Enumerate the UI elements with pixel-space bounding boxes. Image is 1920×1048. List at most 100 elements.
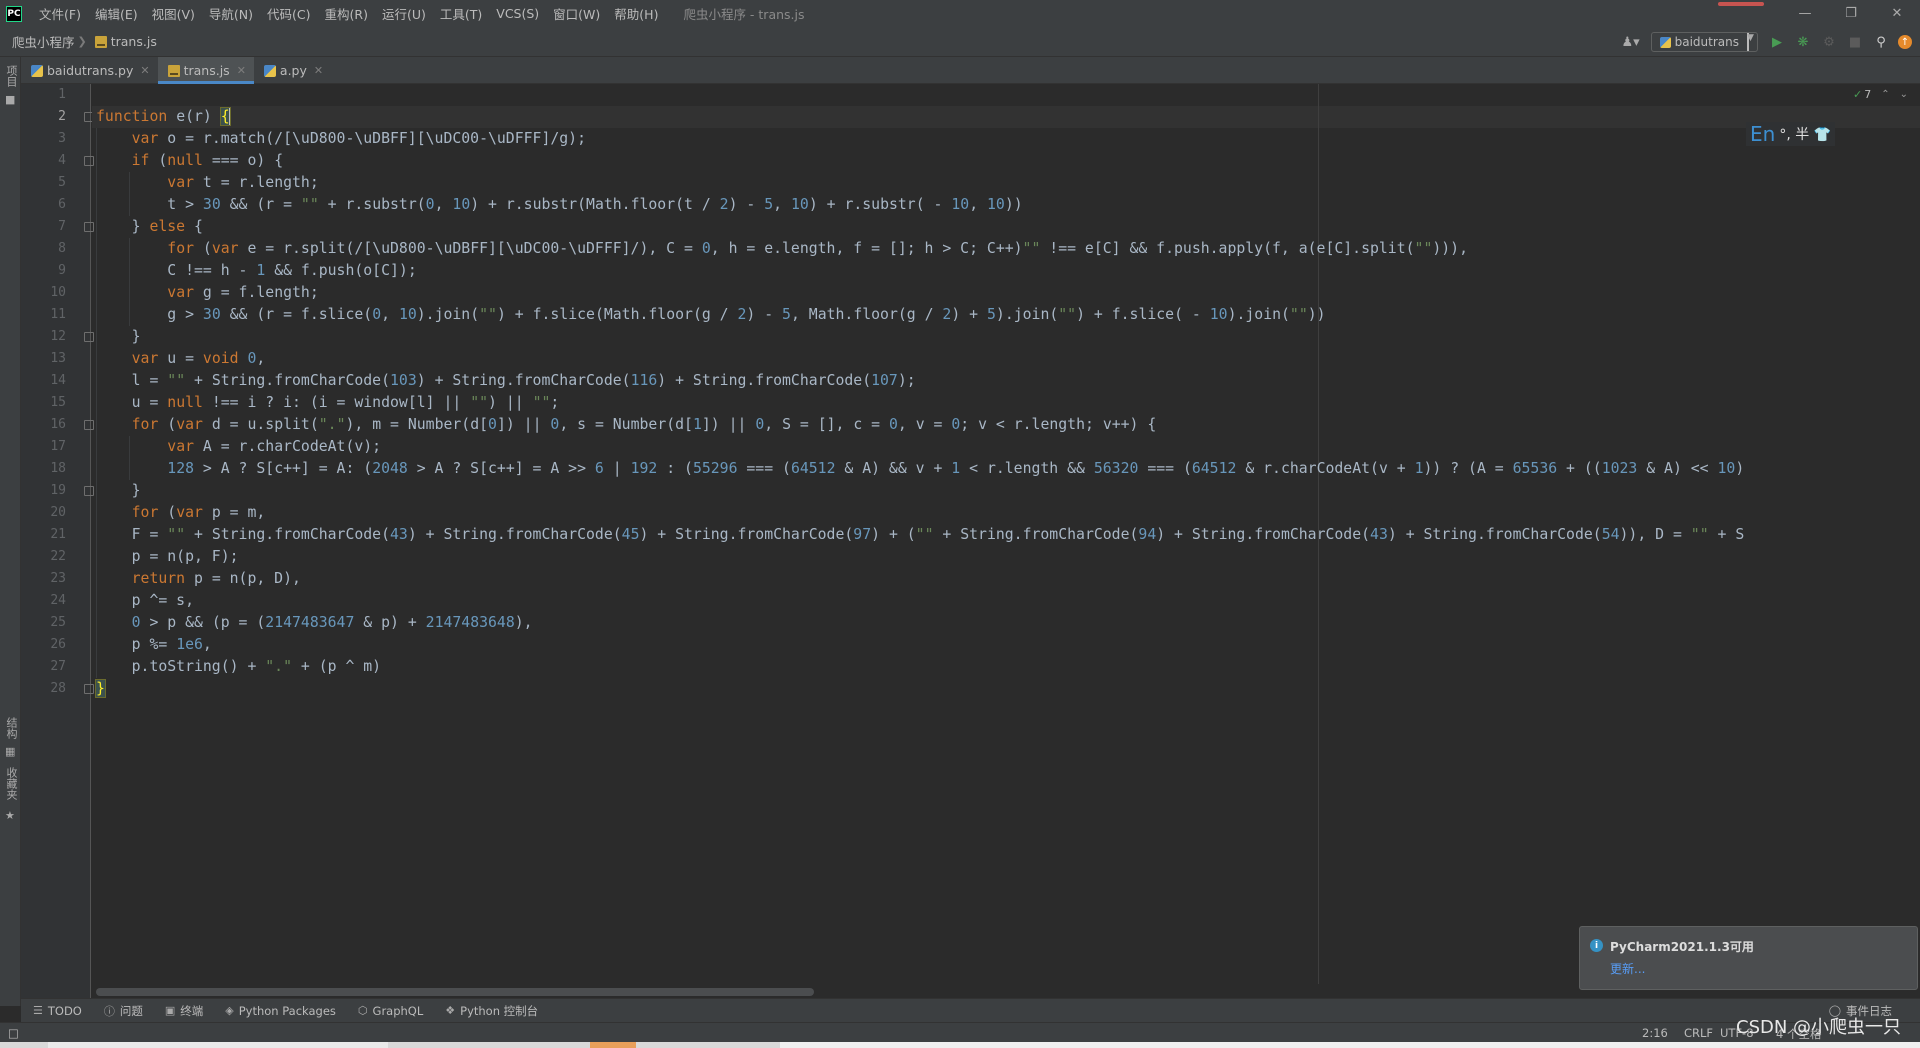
ide-update-icon[interactable]: ↑ bbox=[1898, 35, 1912, 49]
chevron-up-icon[interactable]: ⌃ bbox=[1881, 89, 1889, 100]
inspection-widget[interactable]: ✓ 7 ⌃ ⌄ bbox=[1853, 88, 1908, 101]
line-number: 4 bbox=[58, 153, 66, 168]
menu-item[interactable]: 窗口(W) bbox=[546, 0, 607, 27]
code-line[interactable]: } bbox=[96, 480, 141, 502]
close-tab-icon[interactable]: ✕ bbox=[140, 64, 149, 77]
code-line[interactable]: var A = r.charCodeAt(v); bbox=[96, 436, 381, 458]
fold-marker-icon[interactable] bbox=[84, 222, 94, 232]
fold-marker-icon[interactable] bbox=[84, 684, 94, 694]
info-icon: ⓘ bbox=[103, 1004, 115, 1018]
code-line[interactable]: var g = f.length; bbox=[96, 282, 318, 304]
code-line[interactable]: function e(r) { bbox=[96, 106, 231, 128]
line-number: 26 bbox=[50, 637, 66, 652]
package-icon: ◈ bbox=[225, 1004, 234, 1017]
menu-item[interactable]: 运行(U) bbox=[375, 0, 433, 27]
code-line[interactable]: p ^= s, bbox=[96, 590, 194, 612]
search-icon[interactable]: ⚲ bbox=[1868, 31, 1894, 53]
menu-item[interactable]: 视图(V) bbox=[145, 0, 202, 27]
menu-item[interactable]: VCS(S) bbox=[489, 0, 546, 27]
editor-tab[interactable]: baidutrans.py ✕ bbox=[21, 57, 158, 84]
code-line[interactable]: for (var d = u.split("."), m = Number(d[… bbox=[96, 414, 1157, 436]
code-line[interactable]: var o = r.match(/[\uD800-\uDBFF][\uDC00-… bbox=[96, 128, 586, 150]
menu-item[interactable]: 代码(C) bbox=[260, 0, 317, 27]
js-file-icon bbox=[167, 64, 180, 77]
code-line[interactable]: for (var e = r.split(/[\uD800-\uDBFF][\u… bbox=[96, 238, 1468, 260]
breadcrumb-project[interactable]: 爬虫小程序 ❯ bbox=[0, 32, 93, 51]
code-line[interactable]: p %= 1e6, bbox=[96, 634, 212, 656]
code-line[interactable]: } bbox=[96, 326, 141, 348]
fold-marker-icon[interactable] bbox=[84, 486, 94, 496]
close-button[interactable]: ✕ bbox=[1874, 0, 1920, 27]
fold-marker-icon[interactable] bbox=[84, 332, 94, 342]
menu-item[interactable]: 帮助(H) bbox=[607, 0, 665, 27]
debug-icon[interactable]: ❋ bbox=[1790, 31, 1816, 53]
run-icon[interactable]: ▶ bbox=[1764, 31, 1790, 53]
code-line[interactable]: var u = void 0, bbox=[96, 348, 266, 370]
code-line[interactable]: } bbox=[95, 678, 106, 700]
tool-window-button[interactable]: ◈ Python Packages bbox=[213, 1004, 346, 1018]
line-separator[interactable]: CRLF bbox=[1684, 1026, 1713, 1040]
tool-window-button[interactable]: ☰ TODO bbox=[21, 1004, 92, 1018]
line-number: 20 bbox=[50, 505, 66, 520]
line-number-gutter[interactable]: 1 2 3 4 5 6 7 8 9 10 11 12 13 14 15 16 17 18 19 20 21 22 23 24 2… bbox=[21, 84, 94, 1006]
line-number: 13 bbox=[50, 351, 66, 366]
code-line[interactable]: F = "" + String.fromCharCode(43) + Strin… bbox=[96, 524, 1745, 546]
user-icon[interactable]: ♟▾ bbox=[1617, 35, 1645, 50]
tool-window-button[interactable]: ❖ Python 控制台 bbox=[433, 1003, 548, 1019]
os-taskbar bbox=[0, 1042, 1920, 1048]
line-number: 17 bbox=[50, 439, 66, 454]
menu-item[interactable]: 文件(F) bbox=[32, 0, 88, 27]
tool-window-label: 终端 bbox=[180, 1003, 204, 1018]
close-tab-icon[interactable]: ✕ bbox=[314, 64, 323, 77]
run-configuration-select[interactable]: baidutrans ▼ bbox=[1650, 32, 1758, 52]
code-line[interactable]: t > 30 && (r = "" + r.substr(0, 10) + r.… bbox=[96, 194, 1022, 216]
tool-window-button[interactable]: ▣ 终端 bbox=[153, 1003, 213, 1019]
editor-tab[interactable]: trans.js ✕ bbox=[157, 57, 255, 84]
editor-tab[interactable]: a.py ✕ bbox=[254, 57, 331, 84]
list-icon: ☰ bbox=[33, 1004, 43, 1017]
code-line[interactable]: l = "" + String.fromCharCode(103) + Stri… bbox=[96, 370, 916, 392]
structure-tool-button[interactable]: 结构 bbox=[3, 717, 19, 739]
code-line[interactable]: p.toString() + "." + (p ^ m) bbox=[96, 656, 381, 678]
horizontal-scrollbar[interactable] bbox=[96, 988, 814, 996]
code-line[interactable]: 128 > A ? S[c++] = A: (2048 > A ? S[c++]… bbox=[96, 458, 1744, 480]
breadcrumb-separator-icon: ❯ bbox=[77, 35, 87, 48]
ime-mode: En bbox=[1750, 122, 1776, 146]
code-line[interactable]: u = null !== i ? i: (i = window[l] || ""… bbox=[96, 392, 560, 414]
code-editor[interactable]: 1 2 3 4 5 6 7 8 9 10 11 12 13 14 15 16 17 18 19 20 21 22 23 24 2… bbox=[21, 84, 1920, 1006]
ime-indicator[interactable]: En °, 半 👕 bbox=[1746, 122, 1836, 146]
close-tab-icon[interactable]: ✕ bbox=[237, 64, 246, 77]
menu-item[interactable]: 工具(T) bbox=[433, 0, 489, 27]
tab-label: trans.js bbox=[183, 63, 230, 78]
tool-window-button[interactable]: ⬡ GraphQL bbox=[346, 1004, 433, 1018]
fold-marker-icon[interactable] bbox=[84, 420, 94, 430]
code-line[interactable]: p = n(p, F); bbox=[96, 546, 239, 568]
code-line[interactable]: if (null === o) { bbox=[96, 150, 283, 172]
menu-item[interactable]: 编辑(E) bbox=[88, 0, 145, 27]
breadcrumb-file[interactable]: trans.js bbox=[93, 34, 161, 49]
caret-position[interactable]: 2:16 bbox=[1642, 1026, 1668, 1040]
taskbar-active-app[interactable] bbox=[590, 1042, 636, 1048]
code-line[interactable]: var t = r.length; bbox=[96, 172, 318, 194]
status-bar-toggle-icon[interactable]: □ bbox=[8, 1026, 19, 1040]
menu-item[interactable]: 重构(R) bbox=[318, 0, 375, 27]
star-icon: ★ bbox=[5, 809, 15, 822]
tool-window-button[interactable]: ⓘ 问题 bbox=[92, 1003, 153, 1019]
code-line[interactable]: C !== h - 1 && f.push(o[C]); bbox=[96, 260, 416, 282]
favorites-tool-button[interactable]: 收藏夹 bbox=[3, 767, 19, 800]
stop-icon[interactable]: ■ bbox=[1842, 31, 1868, 53]
code-line[interactable]: } else { bbox=[96, 216, 203, 238]
run-with-coverage-icon[interactable]: ⚙ bbox=[1816, 31, 1842, 53]
code-line[interactable]: for (var p = m, bbox=[96, 502, 266, 524]
restore-button[interactable]: ❐ bbox=[1828, 0, 1874, 27]
code-line[interactable]: 0 > p && (p = (2147483647 & p) + 2147483… bbox=[96, 612, 533, 634]
fold-marker-icon[interactable] bbox=[84, 156, 94, 166]
menu-item[interactable]: 导航(N) bbox=[202, 0, 260, 27]
update-link[interactable]: 更新... bbox=[1610, 960, 1645, 977]
minimize-button[interactable]: — bbox=[1782, 0, 1828, 27]
chevron-down-icon[interactable]: ⌄ bbox=[1900, 89, 1908, 100]
project-tool-button[interactable]: 项目 bbox=[3, 65, 19, 87]
code-line[interactable]: return p = n(p, D), bbox=[96, 568, 301, 590]
status-bar: □ 2:16 CRLF UTF-8 4 个空格 bbox=[0, 1022, 1920, 1042]
code-line[interactable]: g > 30 && (r = f.slice(0, 10).join("") +… bbox=[96, 304, 1325, 326]
